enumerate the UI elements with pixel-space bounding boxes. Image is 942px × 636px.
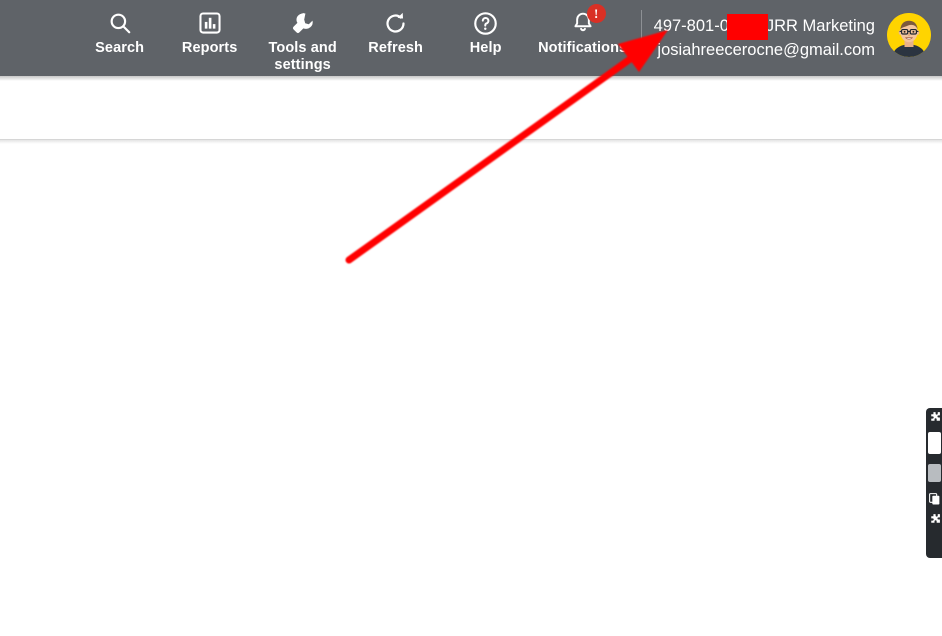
nav-item-search[interactable]: Search <box>75 0 165 76</box>
notifications-badge: ! <box>586 4 606 23</box>
search-icon <box>107 9 133 37</box>
extension-sidebar-strip[interactable] <box>926 408 942 558</box>
page-body <box>0 76 942 636</box>
extension-tile-gray[interactable] <box>927 464 941 482</box>
header-drop-shadow <box>0 76 942 81</box>
nav-item-reports-label: Reports <box>181 40 238 56</box>
nav-item-refresh-label: Refresh <box>368 40 423 56</box>
account-email: josiahreecerocne@gmail.com <box>657 41 875 59</box>
nav-item-reports[interactable]: Reports <box>165 0 255 76</box>
account-id-row: 497-801-0 JRR Marketing <box>653 13 875 40</box>
extension-puzzle-piece-icon[interactable] <box>927 512 941 526</box>
refresh-icon <box>382 9 409 37</box>
main-content-area <box>0 144 942 636</box>
bell-icon: ! <box>570 4 606 37</box>
header-divider <box>640 10 642 58</box>
nav-item-notifications-label: Notifications <box>538 40 628 56</box>
wrench-settings-icon <box>289 9 316 37</box>
header-nav-group: Search Reports Tools and settings Refres… <box>75 0 635 76</box>
nav-item-help-label: Help <box>469 40 502 56</box>
extension-copy-icon[interactable] <box>927 491 941 505</box>
nav-item-help[interactable]: Help <box>441 0 531 76</box>
avatar-photo <box>887 13 931 57</box>
extension-puzzle-icon[interactable] <box>927 410 941 424</box>
extension-tile-white[interactable] <box>927 432 941 454</box>
account-id-prefix: 497-801-0 <box>653 17 729 35</box>
nav-item-search-label: Search <box>95 40 145 56</box>
user-avatar[interactable] <box>887 13 931 57</box>
help-question-icon <box>472 9 499 37</box>
nav-item-tools-and-settings-label: Tools and settings <box>268 40 337 73</box>
nav-item-tools-and-settings[interactable]: Tools and settings <box>255 0 351 76</box>
nav-item-notifications[interactable]: ! Notifications <box>531 0 635 76</box>
reports-bar-chart-icon <box>197 9 223 37</box>
account-info[interactable]: 497-801-0 JRR Marketing josiahreecerocne… <box>654 0 875 76</box>
account-name-suffix: JRR Marketing <box>765 17 875 35</box>
nav-item-refresh[interactable]: Refresh <box>351 0 441 76</box>
app-header: Search Reports Tools and settings Refres… <box>0 0 942 76</box>
redaction-box <box>726 14 768 40</box>
